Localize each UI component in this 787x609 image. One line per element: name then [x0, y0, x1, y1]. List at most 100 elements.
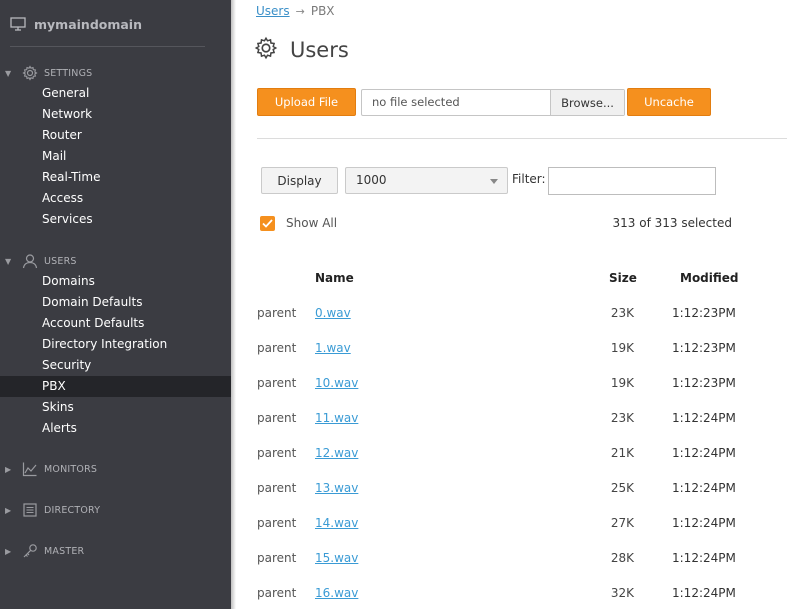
row-file-link[interactable]: 1.wav [315, 341, 351, 355]
row-size: 28K [610, 551, 634, 565]
directory-icon [20, 501, 40, 519]
breadcrumb-current: PBX [310, 4, 335, 18]
chevron-down-icon [490, 179, 498, 184]
filter-input[interactable] [548, 167, 716, 195]
row-file-link[interactable]: 12.wav [315, 446, 358, 460]
user-icon [20, 252, 40, 270]
uncache-button[interactable]: Uncache [627, 88, 711, 116]
sidebar-item-mail[interactable]: Mail [0, 146, 231, 167]
section-monitors[interactable]: ▶ MONITORS [5, 460, 97, 478]
row-file-link[interactable]: 16.wav [315, 586, 358, 600]
sidebar-item-directory-integration[interactable]: Directory Integration [0, 334, 231, 355]
file-input-text: no file selected [372, 95, 460, 109]
caret-down-icon: ▼ [5, 68, 12, 78]
row-file-link[interactable]: 14.wav [315, 516, 358, 530]
sidebar-divider [10, 46, 205, 47]
section-directory-label: DIRECTORY [44, 504, 101, 516]
sidebar-item-network[interactable]: Network [0, 104, 231, 125]
row-modified: 1:12:24PM [672, 446, 736, 460]
row-modified: 1:12:24PM [672, 411, 736, 425]
sidebar-item-pbx[interactable]: PBX [0, 376, 231, 397]
row-modified: 1:12:23PM [672, 341, 736, 355]
row-file-link[interactable]: 10.wav [315, 376, 358, 390]
caret-right-icon: ▶ [5, 546, 12, 556]
show-all-label: Show All [286, 216, 338, 230]
upload-file-button[interactable]: Upload File [257, 88, 356, 116]
display-count-select[interactable]: 1000 [345, 167, 508, 194]
sidebar-item-account-defaults[interactable]: Account Defaults [0, 313, 231, 334]
row-size: 23K [610, 306, 634, 320]
column-header-size[interactable]: Size [609, 271, 637, 285]
sidebar: mymaindomain ▼ SETTINGS General Network … [0, 0, 231, 609]
section-master-label: MASTER [44, 545, 85, 557]
display-button[interactable]: Display [261, 167, 338, 194]
row-size: 19K [610, 341, 634, 355]
row-modified: 1:12:24PM [672, 551, 736, 565]
sidebar-shadow [231, 0, 236, 609]
sidebar-item-router[interactable]: Router [0, 125, 231, 146]
sidebar-item-security[interactable]: Security [0, 355, 231, 376]
key-icon [20, 542, 40, 560]
chart-line-icon [20, 460, 40, 478]
gear-icon [254, 36, 278, 64]
sidebar-item-general[interactable]: General [0, 83, 231, 104]
breadcrumb: Users → PBX [256, 4, 335, 18]
row-size: 25K [610, 481, 634, 495]
section-directory[interactable]: ▶ DIRECTORY [5, 501, 100, 519]
row-modified: 1:12:24PM [672, 481, 736, 495]
sidebar-item-services[interactable]: Services [0, 209, 231, 230]
row-size: 27K [610, 516, 634, 530]
row-parent: parent [257, 551, 297, 565]
sidebar-item-real-time[interactable]: Real-Time [0, 167, 231, 188]
sidebar-item-domain-defaults[interactable]: Domain Defaults [0, 292, 231, 313]
row-parent: parent [257, 341, 297, 355]
domain-name: mymaindomain [34, 16, 142, 32]
page-title: Users [290, 38, 349, 62]
row-size: 19K [610, 376, 634, 390]
column-header-modified[interactable]: Modified [680, 271, 739, 285]
show-all-checkbox[interactable] [260, 216, 275, 231]
section-users-label: USERS [44, 255, 77, 267]
row-modified: 1:12:23PM [672, 306, 736, 320]
checkmark-icon [262, 219, 273, 228]
row-file-link[interactable]: 0.wav [315, 306, 351, 320]
row-size: 23K [610, 411, 634, 425]
file-input[interactable]: no file selected Browse... [361, 89, 625, 116]
row-file-link[interactable]: 11.wav [315, 411, 358, 425]
section-settings-label: SETTINGS [44, 67, 93, 79]
row-parent: parent [257, 586, 297, 600]
sidebar-item-domains[interactable]: Domains [0, 271, 231, 292]
caret-down-icon: ▼ [5, 256, 12, 266]
column-header-name[interactable]: Name [315, 271, 354, 285]
caret-right-icon: ▶ [5, 464, 12, 474]
domain-header[interactable]: mymaindomain [10, 14, 142, 34]
row-file-link[interactable]: 13.wav [315, 481, 358, 495]
row-size: 32K [610, 586, 634, 600]
display-count-value: 1000 [356, 173, 387, 187]
row-modified: 1:12:23PM [672, 376, 736, 390]
row-parent: parent [257, 411, 297, 425]
row-parent: parent [257, 306, 297, 320]
caret-right-icon: ▶ [5, 505, 12, 515]
sidebar-item-access[interactable]: Access [0, 188, 231, 209]
sidebar-item-alerts[interactable]: Alerts [0, 418, 231, 439]
section-users[interactable]: ▼ USERS [5, 252, 77, 270]
row-size: 21K [610, 446, 634, 460]
row-parent: parent [257, 376, 297, 390]
divider [257, 138, 787, 139]
filter-label: Filter: [512, 172, 546, 186]
section-monitors-label: MONITORS [44, 463, 98, 475]
sidebar-item-skins[interactable]: Skins [0, 397, 231, 418]
row-modified: 1:12:24PM [672, 586, 736, 600]
gear-icon [20, 64, 40, 82]
breadcrumb-link-users[interactable]: Users [256, 4, 290, 18]
row-parent: parent [257, 446, 297, 460]
monitor-icon [10, 17, 26, 31]
section-master[interactable]: ▶ MASTER [5, 542, 84, 560]
row-file-link[interactable]: 15.wav [315, 551, 358, 565]
section-settings[interactable]: ▼ SETTINGS [5, 64, 92, 82]
browse-button[interactable]: Browse... [550, 90, 624, 115]
page-header: Users [254, 36, 349, 64]
arrow-right-icon: → [295, 4, 305, 18]
row-parent: parent [257, 481, 297, 495]
